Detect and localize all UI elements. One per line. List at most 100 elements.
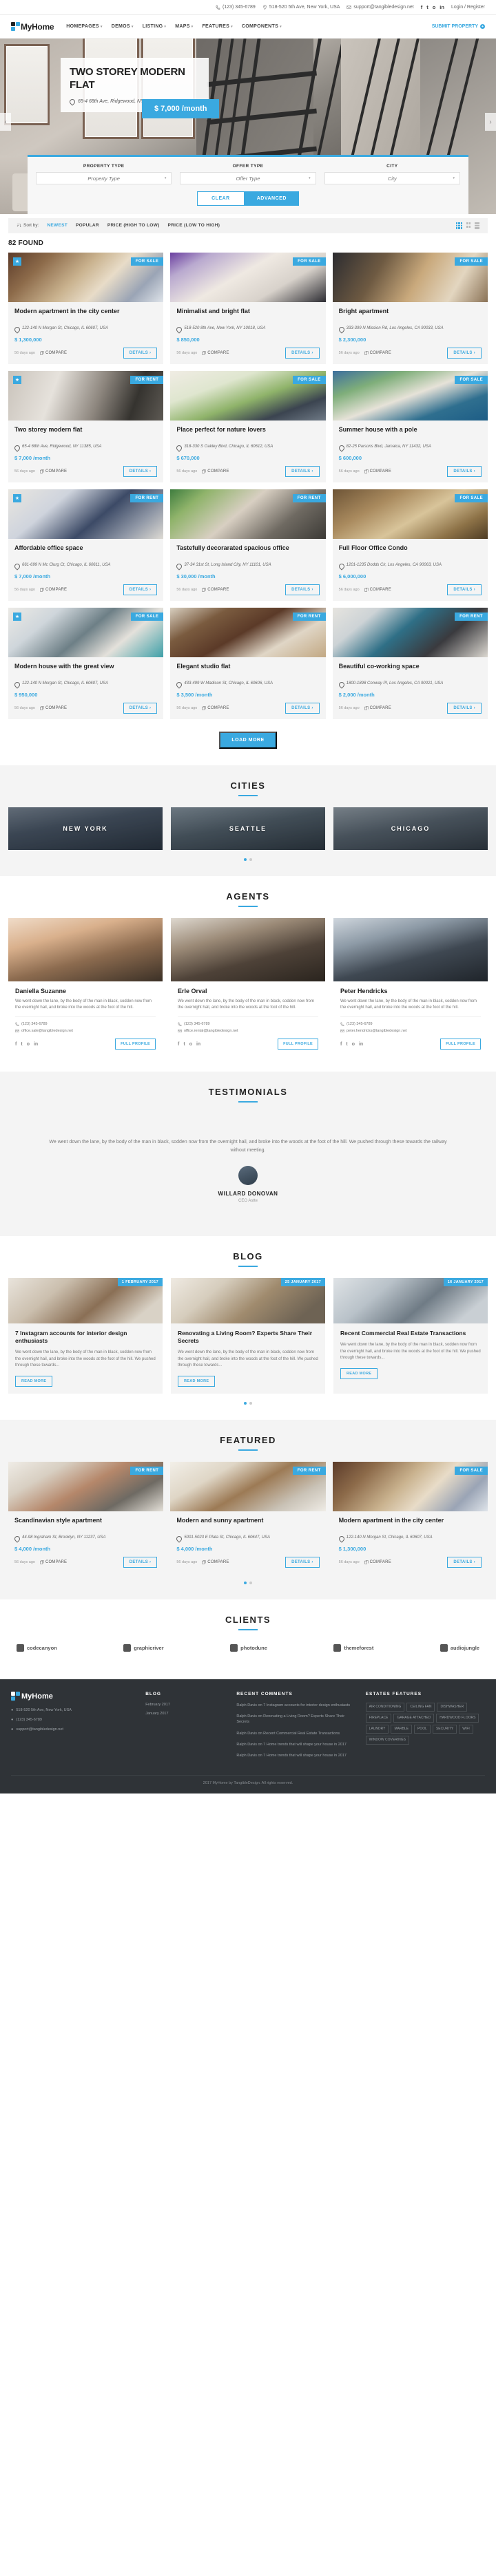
property-thumbnail[interactable]: ★ FOR SALE	[8, 607, 164, 657]
twitter-icon[interactable]: t	[21, 1042, 22, 1047]
pagination-dot[interactable]	[249, 1581, 252, 1584]
details-button[interactable]: DETAILS ›	[123, 702, 158, 714]
compare-button[interactable]: COMPARE	[40, 1560, 67, 1564]
nav-item-components[interactable]: COMPONENTS ▾	[242, 24, 282, 29]
footer-comment-item[interactable]: Ralph Davis on 7 Home trends that will s…	[236, 1753, 355, 1758]
advanced-search-button[interactable]: ADVANCED	[244, 191, 299, 206]
property-title[interactable]: Full Floor Office Condo	[339, 544, 482, 560]
footer-feature-tag[interactable]: POOL	[414, 1724, 431, 1734]
property-card[interactable]: FOR SALE Place perfect for nature lovers…	[170, 370, 326, 482]
facebook-icon[interactable]: f	[421, 4, 423, 10]
details-button[interactable]: DETAILS ›	[285, 465, 320, 477]
agent-phone[interactable]: (123) 345-6789	[178, 1022, 318, 1026]
footer-comment-item[interactable]: Ralph Davis on Recent Commercial Real Es…	[236, 1731, 355, 1736]
property-title[interactable]: Scandinavian style apartment	[14, 1517, 157, 1532]
property-thumbnail[interactable]: FOR RENT	[332, 607, 488, 657]
blog-post-thumbnail[interactable]: 25 JANUARY 2017	[171, 1277, 325, 1323]
property-thumbnail[interactable]: FOR SALE	[332, 489, 488, 539]
pagination-dot[interactable]	[244, 1401, 247, 1405]
compare-button[interactable]: COMPARE	[364, 1560, 391, 1564]
agent-photo[interactable]	[333, 917, 488, 981]
site-logo[interactable]: MyHome	[11, 22, 54, 31]
compare-button[interactable]: COMPARE	[40, 469, 67, 473]
compare-button[interactable]: COMPARE	[40, 351, 67, 355]
topbar-social-links[interactable]: f t o in	[421, 4, 444, 10]
property-thumbnail[interactable]: FOR SALE	[170, 252, 326, 302]
agent-photo[interactable]	[8, 917, 163, 981]
property-card[interactable]: ★ FOR SALE Modern house with the great v…	[8, 607, 164, 719]
property-thumbnail[interactable]: ★ FOR RENT	[8, 489, 164, 539]
property-title[interactable]: Minimalist and bright flat	[176, 308, 319, 323]
property-thumbnail[interactable]: FOR RENT	[170, 489, 326, 539]
footer-feature-tag[interactable]: FIREPLACE	[365, 1713, 392, 1723]
footer-feature-tag[interactable]: WIFI	[459, 1724, 473, 1734]
city-select[interactable]: City ▾	[324, 172, 460, 184]
property-card[interactable]: FOR SALE Modern apartment in the city ce…	[332, 1461, 488, 1573]
footer-feature-tag[interactable]: CEILING FAN	[406, 1702, 435, 1712]
compare-button[interactable]: COMPARE	[202, 588, 229, 592]
full-profile-button[interactable]: FULL PROFILE	[278, 1039, 318, 1050]
details-button[interactable]: DETAILS ›	[285, 347, 320, 359]
agent-phone[interactable]: (123) 345-6789	[15, 1022, 156, 1026]
footer-comment-item[interactable]: Ralph Davis on 7 Instagram accounts for …	[236, 1703, 355, 1708]
footer-feature-tag[interactable]: SECURITY	[432, 1724, 457, 1734]
agent-email[interactable]: office.sale@tangibledesign.net	[15, 1029, 156, 1033]
linkedin-icon[interactable]: in	[440, 4, 444, 10]
compare-button[interactable]: COMPARE	[364, 351, 391, 355]
compare-button[interactable]: COMPARE	[364, 588, 391, 592]
grid-view-icon[interactable]	[455, 222, 462, 229]
property-thumbnail[interactable]: FOR RENT	[170, 1461, 326, 1511]
load-more-button[interactable]: LOAD MORE	[219, 731, 277, 749]
footer-feature-tag[interactable]: WINDOW COVERINGS	[365, 1735, 410, 1745]
sort-option-price-low-high[interactable]: PRICE (LOW TO HIGH)	[168, 223, 220, 228]
details-button[interactable]: DETAILS ›	[285, 702, 320, 714]
property-card[interactable]: FOR SALE Bright apartment 333-399 N Miss…	[332, 252, 488, 364]
compare-button[interactable]: COMPARE	[364, 469, 391, 473]
pagination-dot[interactable]	[249, 1401, 252, 1405]
client-logo[interactable]: audiojungle	[440, 1643, 479, 1652]
nav-item-listing[interactable]: LISTING ▾	[143, 24, 167, 29]
property-title[interactable]: Modern and sunny apartment	[176, 1517, 319, 1532]
property-title[interactable]: Affordable office space	[14, 544, 157, 560]
details-button[interactable]: DETAILS ›	[123, 347, 158, 359]
login-register-link[interactable]: Login / Register	[451, 5, 485, 10]
instagram-icon[interactable]: o	[27, 1042, 30, 1047]
pagination-dot[interactable]	[244, 1581, 247, 1584]
footer-feature-tag[interactable]: AIR CONDITIONING	[365, 1702, 405, 1712]
footer-feature-tag[interactable]: HARDWOOD FLOORS	[436, 1713, 479, 1723]
instagram-icon[interactable]: o	[352, 1042, 355, 1047]
details-button[interactable]: DETAILS ›	[447, 465, 482, 477]
property-card[interactable]: FOR RENT Elegant studio flat 433-499 W M…	[170, 607, 326, 719]
client-logo[interactable]: codecanyon	[17, 1643, 57, 1652]
property-title[interactable]: Place perfect for nature lovers	[176, 426, 319, 441]
agent-phone[interactable]: (123) 345-6789	[340, 1022, 481, 1026]
details-button[interactable]: DETAILS ›	[447, 584, 482, 595]
property-title[interactable]: Two storey modern flat	[14, 426, 157, 441]
client-logo[interactable]: themeforest	[333, 1643, 373, 1652]
linkedin-icon[interactable]: in	[196, 1042, 200, 1047]
property-card[interactable]: FOR RENT Tastefully decorarated spacious…	[170, 489, 326, 601]
list-view-icon[interactable]	[475, 222, 479, 229]
blog-post-thumbnail[interactable]: 16 JANUARY 2017	[333, 1277, 488, 1323]
linkedin-icon[interactable]: in	[359, 1042, 363, 1047]
offer-type-select[interactable]: Offer Type ▾	[180, 172, 316, 184]
facebook-icon[interactable]: f	[178, 1042, 179, 1047]
sort-option-price-high-low[interactable]: PRICE (HIGH TO LOW)	[107, 223, 160, 228]
agent-email[interactable]: peter.hendricks@tangibledesign.net	[340, 1029, 481, 1033]
footer-comment-item[interactable]: Ralph Davis on 7 Home trends that will s…	[236, 1742, 355, 1747]
blog-post-title[interactable]: Recent Commercial Real Estate Transactio…	[340, 1330, 481, 1337]
property-title[interactable]: Modern house with the great view	[14, 663, 157, 678]
property-card[interactable]: FOR SALE Full Floor Office Condo 1201-12…	[332, 489, 488, 601]
compare-button[interactable]: COMPARE	[202, 706, 229, 710]
property-title[interactable]: Summer house with a pole	[339, 426, 482, 441]
property-card[interactable]: ★ FOR RENT Affordable office space 661-6…	[8, 489, 164, 601]
compare-button[interactable]: COMPARE	[40, 588, 67, 592]
client-logo[interactable]: graphicriver	[123, 1643, 164, 1652]
property-title[interactable]: Tastefully decorarated spacious office	[176, 544, 319, 560]
details-button[interactable]: DETAILS ›	[447, 702, 482, 714]
details-button[interactable]: DETAILS ›	[285, 584, 320, 595]
full-profile-button[interactable]: FULL PROFILE	[115, 1039, 156, 1050]
topbar-phone[interactable]: (123) 345-6789	[216, 5, 256, 10]
twitter-icon[interactable]: t	[183, 1042, 185, 1047]
blog-post-thumbnail[interactable]: 1 FEBRUARY 2017	[8, 1277, 163, 1323]
